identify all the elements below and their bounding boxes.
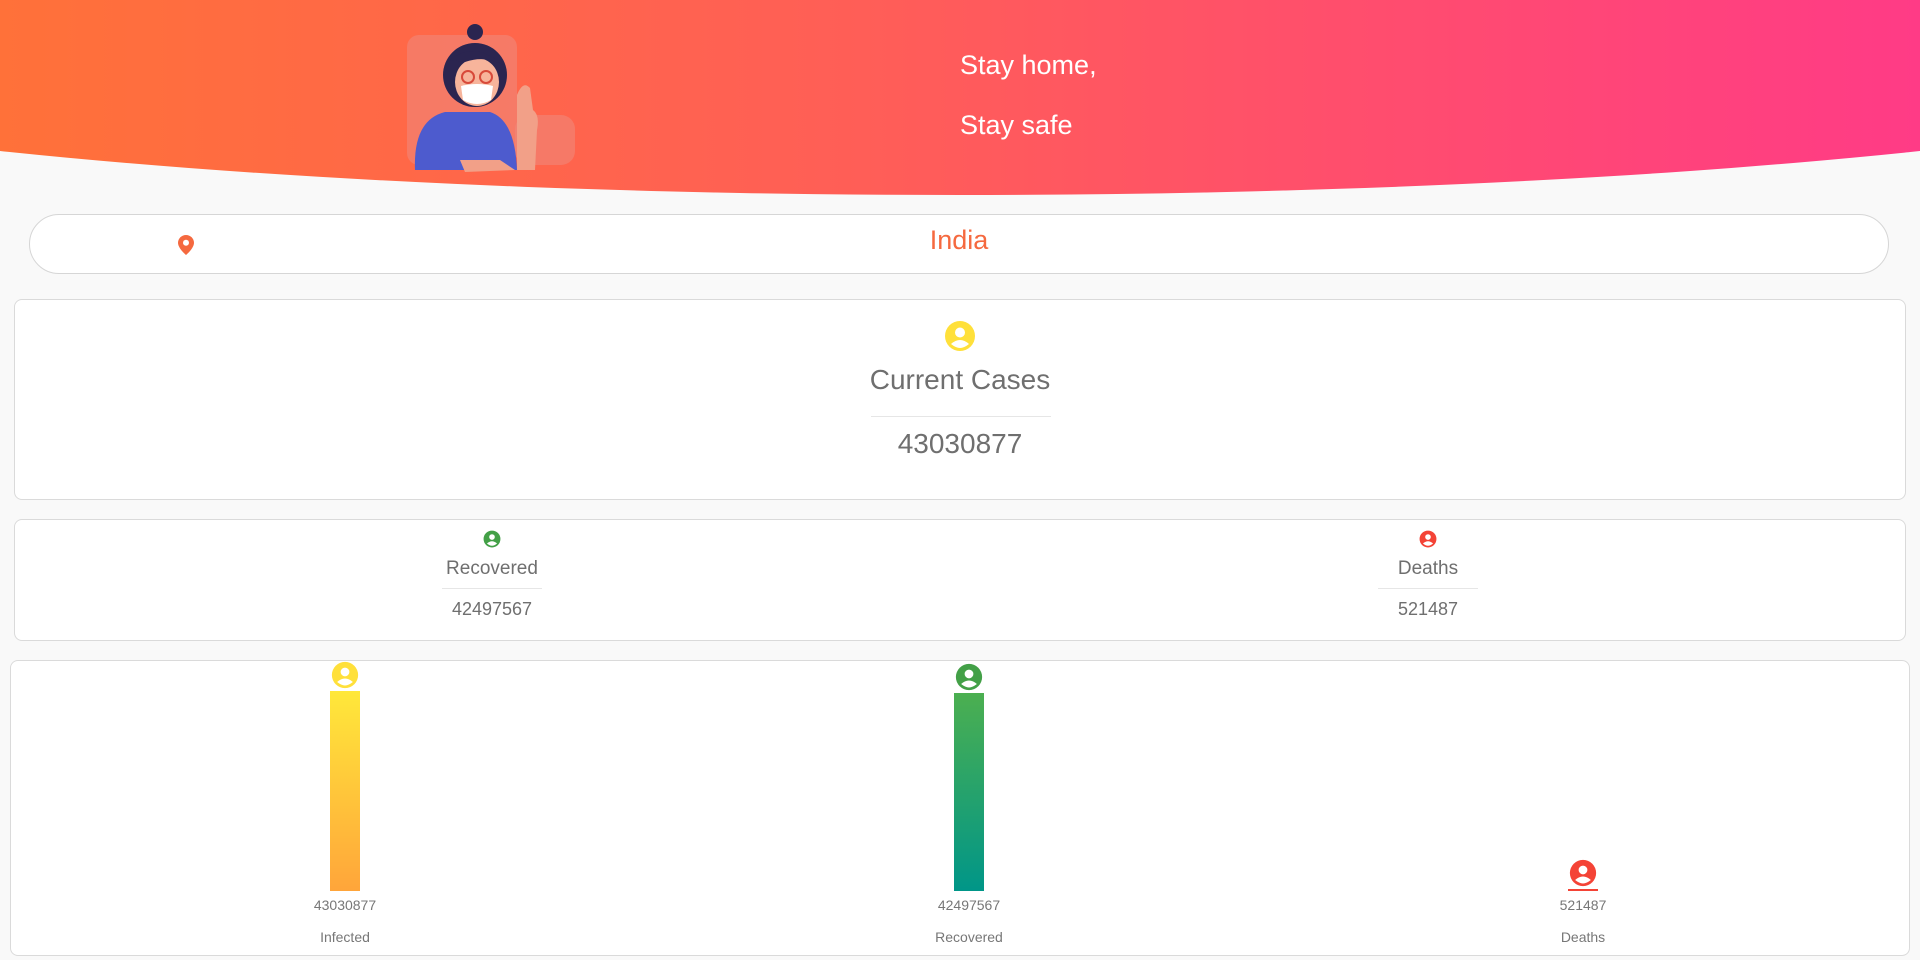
bar-chart-card: 43030877 Infected 42497567 Recovered 521487 D… xyxy=(10,660,1910,956)
recovered-value: 42497567 xyxy=(451,599,533,619)
deaths-divider xyxy=(1378,588,1478,589)
recovered-divider xyxy=(442,588,542,589)
bar-value-label: 521487 xyxy=(1559,897,1607,913)
bar-column-infected: 43030877 Infected xyxy=(275,661,415,957)
bar-recovered xyxy=(954,693,984,891)
bar-category-label: Infected xyxy=(320,929,370,945)
bar-infected xyxy=(330,691,360,891)
person-circle-icon xyxy=(945,321,975,351)
deaths-stat: Deaths 521487 xyxy=(1328,520,1528,620)
current-cases-icon-wrap xyxy=(15,320,1905,356)
deaths-value: 521487 xyxy=(1397,599,1459,619)
slogan-line-1: Stay home, xyxy=(960,50,1097,80)
recovered-label: Recovered xyxy=(446,558,538,579)
person-circle-icon xyxy=(1419,530,1437,548)
person-circle-icon xyxy=(955,663,983,691)
woman-mask-illustration xyxy=(407,24,575,172)
bar-value-label: 42497567 xyxy=(937,897,1001,913)
country-name: India xyxy=(929,225,989,255)
stats-card: Recovered 42497567 Deaths 521487 xyxy=(14,519,1906,641)
country-selector[interactable]: India xyxy=(29,214,1889,274)
bar-category-label: Deaths xyxy=(1560,929,1606,945)
bar-column-recovered: 42497567 Recovered xyxy=(899,661,1039,957)
header-banner xyxy=(0,0,1920,195)
current-cases-value: 43030877 xyxy=(897,428,1023,459)
person-circle-icon xyxy=(483,530,501,548)
current-cases-card: Current Cases 43030877 xyxy=(14,299,1906,500)
slogan-line-2: Stay safe xyxy=(960,110,1073,140)
person-circle-icon xyxy=(331,661,359,689)
deaths-label: Deaths xyxy=(1397,558,1459,579)
bar-value-label: 43030877 xyxy=(313,897,377,913)
current-cases-title: Current Cases xyxy=(869,364,1051,395)
bar-category-label: Recovered xyxy=(935,929,1003,945)
person-circle-icon xyxy=(1569,859,1597,887)
bar-deaths xyxy=(1568,889,1598,891)
recovered-stat: Recovered 42497567 xyxy=(392,520,592,620)
bar-column-deaths: 521487 Deaths xyxy=(1513,661,1653,957)
current-cases-divider xyxy=(871,416,1051,417)
